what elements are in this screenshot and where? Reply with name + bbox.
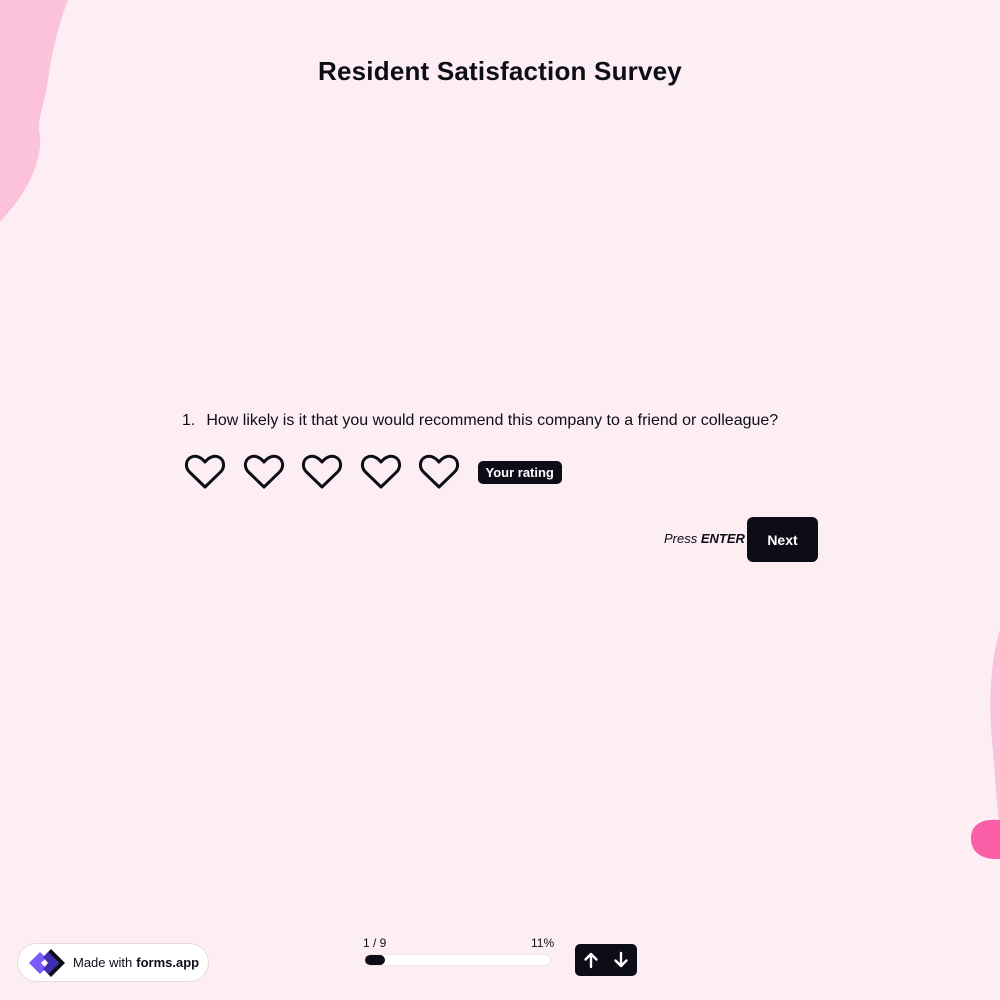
made-with-forms-app-badge[interactable]: Made with forms.app (17, 943, 209, 982)
survey-title: Resident Satisfaction Survey (318, 56, 682, 86)
next-button[interactable]: Next (747, 517, 818, 562)
next-question-button[interactable] (606, 944, 636, 976)
previous-question-button[interactable] (576, 944, 606, 976)
heart-outline-icon (301, 454, 343, 489)
press-enter-hint: Press ENTER (664, 531, 745, 546)
heart-rating-5[interactable] (418, 452, 460, 492)
decorative-blob-bottom-right (970, 819, 1000, 860)
progress-bar-fill (365, 955, 386, 965)
question-number: 1. (182, 412, 196, 429)
made-with-brand: forms.app (136, 955, 200, 970)
progress-counter: 1 / 9 (363, 936, 387, 950)
decorative-blob-top-left (0, 0, 68, 222)
heart-rating-1[interactable] (184, 452, 226, 492)
arrow-up-icon (584, 952, 598, 969)
heart-outline-icon (184, 454, 226, 489)
progress-percent: 11% (531, 936, 555, 950)
heart-rating-4[interactable] (360, 452, 402, 492)
progress-bar (364, 954, 551, 966)
question-text: How likely is it that you would recommen… (206, 412, 779, 429)
question-label: 1. How likely is it that you would recom… (182, 412, 778, 430)
rating-badge: Your rating (477, 460, 562, 484)
press-hint-prefix: Press (664, 531, 698, 546)
made-with-prefix: Made with (73, 955, 133, 970)
heart-rating: Your rating (184, 452, 562, 492)
decorative-blob-right (990, 630, 1000, 830)
heart-outline-icon (418, 454, 460, 489)
heart-outline-icon (360, 454, 401, 489)
heart-rating-2[interactable] (243, 452, 285, 492)
press-hint-key: ENTER (700, 531, 745, 546)
question-navigation (575, 944, 637, 976)
heart-outline-icon (243, 454, 284, 489)
arrow-down-icon (614, 951, 628, 968)
heart-rating-3[interactable] (301, 452, 343, 492)
forms-app-logo-icon (29, 948, 65, 977)
